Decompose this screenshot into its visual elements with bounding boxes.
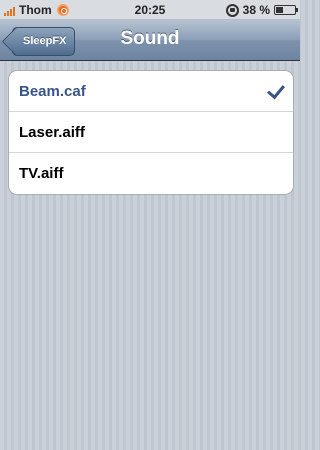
status-right-group: 38 % bbox=[225, 3, 298, 17]
sound-row-laser[interactable]: Laser.aiff bbox=[9, 112, 293, 153]
sound-label: Beam.caf bbox=[19, 82, 86, 100]
carrier-app-icon bbox=[56, 3, 69, 16]
battery-level-fill bbox=[276, 7, 283, 13]
sound-label: TV.aiff bbox=[19, 165, 64, 182]
sound-row-tv[interactable]: TV.aiff bbox=[9, 153, 293, 194]
navigation-bar: SleepFX Sound bbox=[0, 20, 300, 61]
carrier-name: Thom bbox=[19, 2, 52, 17]
sound-row-beam[interactable]: Beam.caf bbox=[9, 71, 293, 112]
rotation-lock-icon bbox=[225, 3, 239, 17]
battery-icon bbox=[274, 5, 298, 15]
sound-list: Beam.caf Laser.aiff TV.aiff bbox=[8, 70, 294, 195]
status-bar: Thom 20:25 38 % bbox=[0, 0, 300, 20]
sound-label: Laser.aiff bbox=[19, 123, 85, 141]
back-button-label: SleepFX bbox=[23, 35, 67, 47]
checkmark-icon bbox=[267, 80, 285, 100]
signal-bars-icon bbox=[4, 4, 15, 16]
battery-percent: 38 % bbox=[242, 3, 270, 17]
